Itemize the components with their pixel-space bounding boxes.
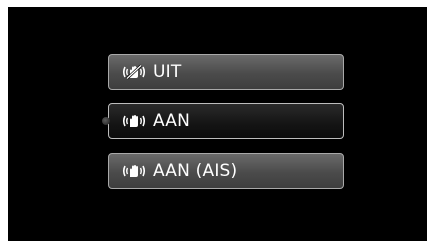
menu-screen: UIT AAN AAN (AIS) bbox=[8, 7, 427, 241]
option-aan-ais-button[interactable]: AAN (AIS) bbox=[108, 153, 344, 189]
selection-indicator-icon bbox=[102, 117, 110, 125]
option-aan-label: AAN bbox=[153, 111, 191, 131]
hand-stabilizer-on-icon bbox=[121, 113, 147, 129]
option-uit-button[interactable]: UIT bbox=[108, 54, 344, 90]
option-uit-label: UIT bbox=[153, 62, 182, 82]
hand-stabilizer-ais-icon bbox=[121, 163, 147, 179]
option-aan-button[interactable]: AAN bbox=[102, 103, 344, 139]
option-aan-ais-label: AAN (AIS) bbox=[153, 161, 238, 181]
hand-stabilizer-off-icon bbox=[121, 64, 147, 80]
